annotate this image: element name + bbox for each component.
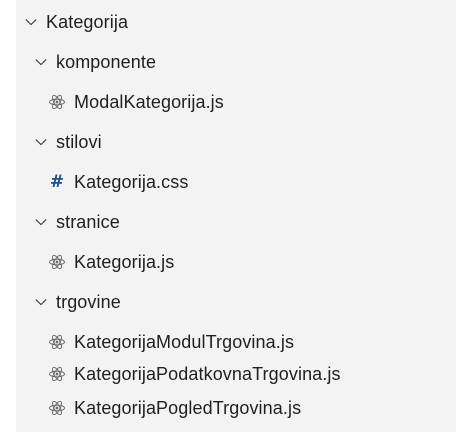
react-icon bbox=[48, 399, 66, 417]
chevron-down-icon bbox=[35, 219, 47, 226]
file-kategorija-js[interactable]: Kategorija.js bbox=[16, 244, 456, 280]
file-label: Kategorija.js bbox=[74, 251, 175, 272]
react-icon bbox=[48, 333, 66, 351]
file-explorer-tree: Kategorija komponente ModalKategorija.js… bbox=[16, 0, 456, 432]
folder-komponente[interactable]: komponente bbox=[16, 44, 456, 80]
chevron-down-icon bbox=[35, 299, 47, 306]
react-icon bbox=[48, 253, 66, 271]
folder-label: stilovi bbox=[56, 131, 102, 152]
folder-stranice[interactable]: stranice bbox=[16, 204, 456, 240]
file-label: Kategorija.css bbox=[74, 171, 189, 192]
chevron-down-icon bbox=[35, 59, 47, 66]
file-label: KategorijaPodatkovnaTrgovina.js bbox=[74, 363, 341, 384]
file-kategorijapogledtrgovina-js[interactable]: KategorijaPogledTrgovina.js bbox=[16, 390, 456, 426]
file-label: KategorijaModulTrgovina.js bbox=[74, 331, 295, 352]
file-label: KategorijaPogledTrgovina.js bbox=[74, 397, 302, 418]
file-kategorija-css[interactable]: # Kategorija.css bbox=[16, 164, 456, 200]
folder-stilovi[interactable]: stilovi bbox=[16, 124, 456, 160]
chevron-down-icon bbox=[35, 139, 47, 146]
folder-label: trgovine bbox=[56, 291, 121, 312]
file-kategorijapodatkovnatrgovina-js[interactable]: KategorijaPodatkovnaTrgovina.js bbox=[16, 356, 456, 392]
folder-label: stranice bbox=[56, 211, 120, 232]
file-kategorijamodultrgovina-js[interactable]: KategorijaModulTrgovina.js bbox=[16, 324, 456, 360]
folder-trgovine[interactable]: trgovine bbox=[16, 284, 456, 320]
file-label: ModalKategorija.js bbox=[74, 91, 224, 112]
react-icon bbox=[48, 365, 66, 383]
react-icon bbox=[48, 93, 66, 111]
chevron-down-icon bbox=[25, 19, 37, 26]
file-modalkategorija-js[interactable]: ModalKategorija.js bbox=[16, 84, 456, 120]
css-hash-icon: # bbox=[49, 172, 65, 192]
folder-label: komponente bbox=[56, 51, 157, 72]
folder-kategorija[interactable]: Kategorija bbox=[16, 4, 456, 40]
folder-label: Kategorija bbox=[46, 11, 129, 32]
